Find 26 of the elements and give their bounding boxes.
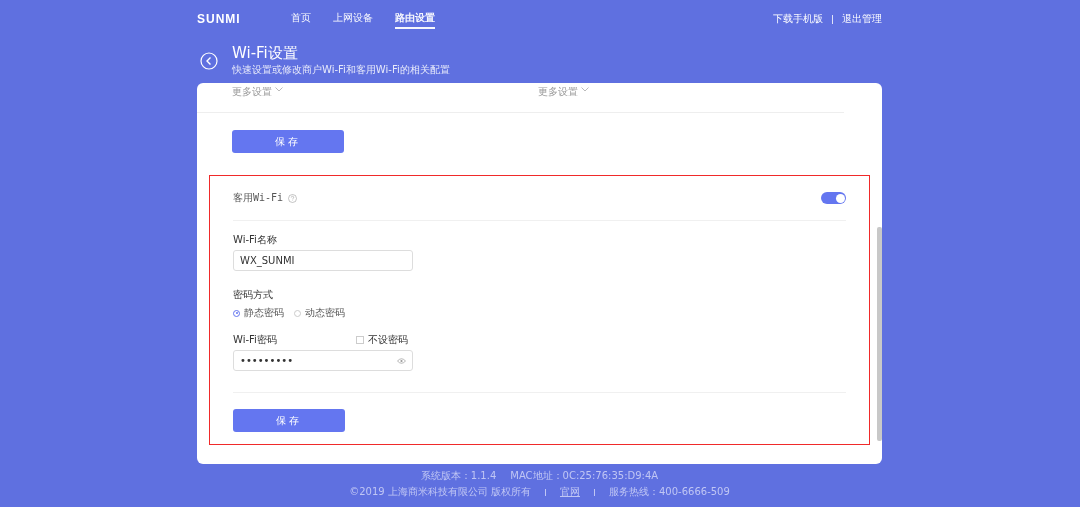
- header-link[interactable]: 下载手机版: [773, 12, 823, 26]
- radio-option[interactable]: 静态密码: [233, 306, 284, 320]
- checkbox[interactable]: 不设密码: [356, 333, 408, 347]
- mac-address: MAC地址：0C:25:76:35:D9:4A: [510, 469, 659, 483]
- nav-tab[interactable]: 上网设备: [332, 9, 373, 29]
- field-label: Wi-Fi密码: [233, 333, 277, 347]
- website-link[interactable]: 官网: [560, 485, 580, 499]
- logo: SUNMI: [197, 12, 241, 26]
- more-settings-toggle[interactable]: 更多设置: [538, 85, 844, 112]
- radio-option[interactable]: 动态密码: [294, 306, 345, 320]
- field-label: Wi-Fi名称: [233, 233, 278, 245]
- version-text: 系统版本：1.1.4: [420, 469, 497, 483]
- more-settings-toggle[interactable]: 更多设置: [232, 85, 538, 112]
- section-title: 客用Wi-Fi: [233, 191, 284, 205]
- password-field[interactable]: •••••••••: [233, 350, 413, 371]
- save-button[interactable]: 保存: [233, 409, 345, 432]
- header-link[interactable]: 退出管理: [842, 12, 882, 26]
- copyright-text: ©2019 上海商米科技有限公司 版权所有: [349, 485, 531, 499]
- save-button[interactable]: 保存: [232, 130, 344, 153]
- page-title: Wi-Fi设置: [232, 44, 299, 62]
- nav-tab[interactable]: 首页: [290, 9, 311, 29]
- page-subtitle: 快速设置或修改商户Wi-Fi和客用Wi-Fi的相关配置: [232, 62, 450, 77]
- field-label: 密码方式: [233, 288, 274, 300]
- nav-tab[interactable]: 路由设置: [394, 9, 435, 29]
- hotline-text: 服务热线：400-6666-509: [609, 485, 730, 499]
- input-field[interactable]: WX_SUNMI: [233, 250, 413, 271]
